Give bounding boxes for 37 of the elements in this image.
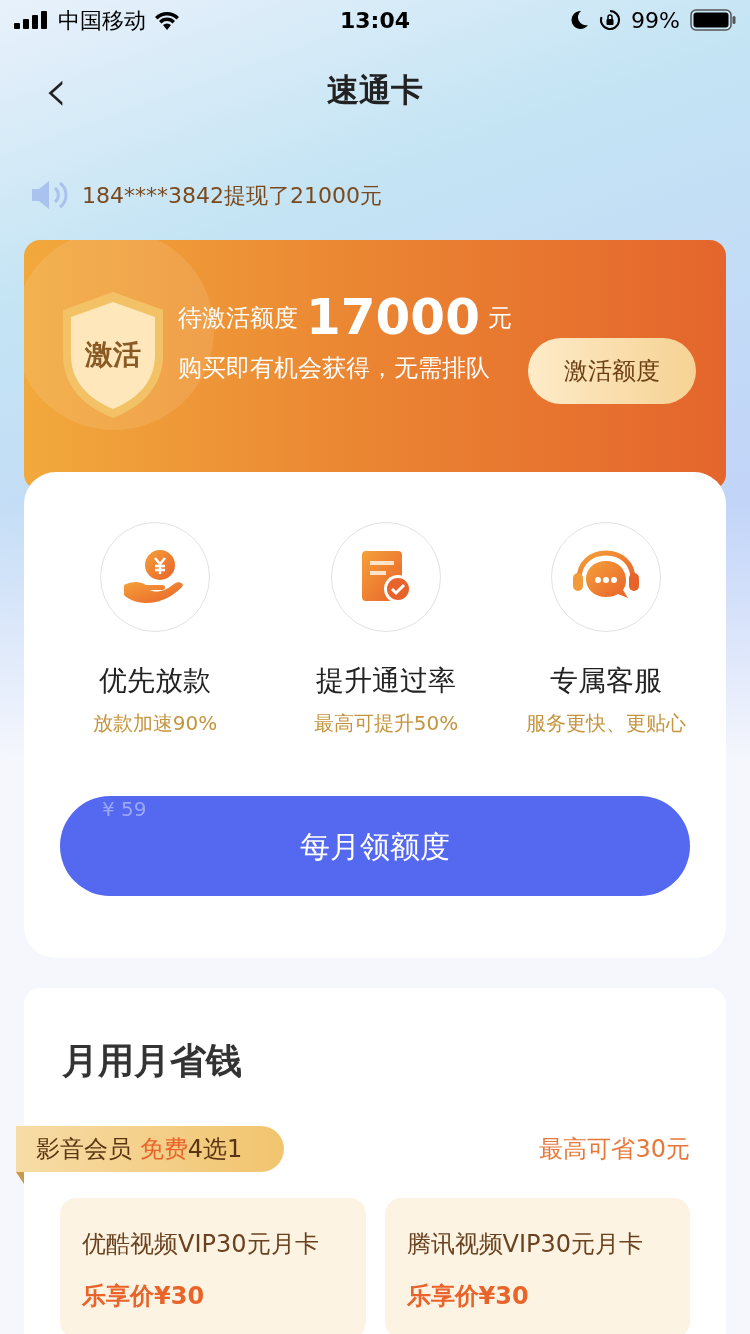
feature-subtitle: 最高可提升50% — [313, 710, 459, 737]
rotation-lock-icon — [599, 9, 622, 31]
quota-unit: 元 — [487, 303, 512, 334]
product-card[interactable]: 腾讯视频VIP30元月卡 乐享价¥30 — [384, 1198, 690, 1334]
page-title: 速通卡 — [327, 70, 423, 111]
feature-subtitle: 放款加速90% — [92, 710, 218, 737]
shield-label: 激活 — [85, 337, 141, 373]
wifi-icon — [154, 10, 180, 30]
quota-amount: 17000 — [306, 292, 480, 342]
feature-title: 专属客服 — [550, 663, 662, 699]
speaker-icon — [30, 179, 68, 211]
section-title: 月用月省钱 — [62, 1039, 243, 1083]
signal-icon — [14, 11, 50, 29]
feature-subtitle: 服务更快、更贴心 — [526, 710, 686, 737]
back-button[interactable]: ‹ — [36, 60, 76, 120]
tag-fold-icon — [16, 1172, 24, 1184]
price-tag: ¥ 59 — [102, 794, 147, 824]
tag-label: 影音会员 — [36, 1134, 133, 1165]
moon-icon — [569, 10, 590, 30]
tag-highlight: 免费 — [139, 1134, 188, 1165]
quota-subtitle: 购买即有机会获得，无需排队 — [178, 353, 491, 384]
product-price: 乐享价¥30 — [406, 1281, 530, 1312]
max-saving: 最高可省30元 — [539, 1134, 690, 1165]
battery-icon — [690, 9, 736, 31]
feature-title: 提升通过率 — [316, 663, 456, 699]
product-card[interactable]: 优酷视频VIP30元月卡 乐享价¥30 — [60, 1198, 366, 1334]
ticker-text: 184****3842提现了21000元 — [82, 181, 382, 210]
quota-label: 待激活额度 — [178, 303, 298, 334]
product-title: 优酷视频VIP30元月卡 — [82, 1229, 320, 1260]
feature-title: 优先放款 — [99, 663, 211, 699]
battery-percent: 99% — [631, 6, 680, 35]
product-price: 乐享价¥30 — [82, 1281, 206, 1312]
activate-button[interactable]: 激活额度 — [528, 338, 696, 404]
product-title: 腾讯视频VIP30元月卡 — [406, 1229, 644, 1260]
carrier-name: 中国移动 — [58, 6, 146, 35]
clock-time: 13:04 — [340, 6, 410, 35]
tag-count: 4选1 — [187, 1134, 243, 1165]
